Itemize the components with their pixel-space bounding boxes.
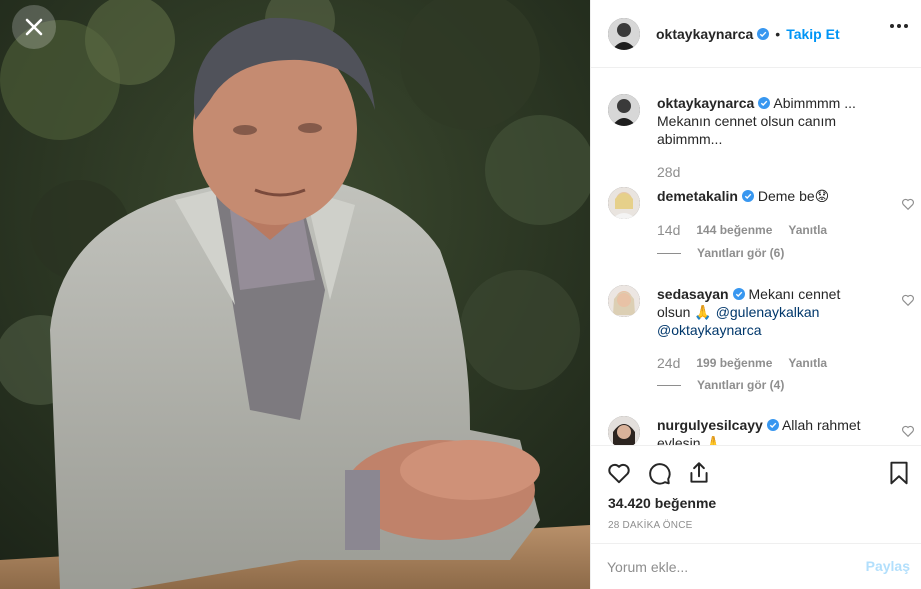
comment-text-block: demetakalin Deme be😟 xyxy=(657,187,877,205)
view-replies-label[interactable]: Yanıtları gör (6) xyxy=(697,246,784,260)
comment-input[interactable] xyxy=(607,558,847,575)
mention-link[interactable]: @gulenaykalkan xyxy=(716,304,820,320)
commenter-avatar[interactable] xyxy=(608,187,640,219)
action-icons xyxy=(606,460,712,486)
comment-username[interactable]: sedasayan xyxy=(657,286,729,302)
caption-time[interactable]: 28d xyxy=(657,164,680,180)
comment-text-block: nurgulyesilcayy Allah rahmet eylesin 🙏 xyxy=(657,416,877,445)
follow-button[interactable]: Takip Et xyxy=(786,26,839,42)
comment-username[interactable]: demetakalin xyxy=(657,188,738,204)
comment-username[interactable]: nurgulyesilcayy xyxy=(657,417,763,433)
share-icon[interactable] xyxy=(686,460,712,486)
comment-like-icon[interactable] xyxy=(901,424,915,438)
verified-badge-icon xyxy=(732,288,745,300)
heart-icon[interactable] xyxy=(606,460,632,486)
post-actions: 34.420 beğenme 28 DAKİKA ÖNCE xyxy=(591,445,921,531)
reply-button[interactable]: Yanıtla xyxy=(788,223,827,237)
post-header: oktaykaynarca • Takip Et xyxy=(591,0,921,68)
comment-meta: 24d 199 beğenme Yanıtla xyxy=(657,355,827,371)
comment-time[interactable]: 14d xyxy=(657,222,680,238)
comment-text: Deme be😟 xyxy=(757,188,830,204)
post-time[interactable]: 28 DAKİKA ÖNCE xyxy=(608,520,693,531)
comment-likes[interactable]: 199 beğenme xyxy=(696,356,772,370)
comment-like-icon[interactable] xyxy=(901,197,915,211)
comments-list: oktaykaynarca Abimmmm ... Mekanın cennet… xyxy=(591,69,921,445)
reply-button[interactable]: Yanıtla xyxy=(788,356,827,370)
comment-icon[interactable] xyxy=(646,460,672,486)
comment-meta: 14d 144 beğenme Yanıtla xyxy=(657,222,827,238)
mention-link[interactable]: @oktaykaynarca xyxy=(657,322,761,338)
comment-like-icon[interactable] xyxy=(901,293,915,307)
comment-text-block: sedasayan Mekanı cennet olsun 🙏 @gulenay… xyxy=(657,285,877,339)
close-icon xyxy=(25,18,43,36)
author-username[interactable]: oktaykaynarca xyxy=(656,26,753,42)
commenter-avatar[interactable] xyxy=(608,285,640,317)
verified-badge-icon xyxy=(741,190,754,202)
post-side-panel: oktaykaynarca • Takip Et oktaykaynarca A… xyxy=(590,0,921,589)
more-options-icon[interactable] xyxy=(890,24,908,28)
caption-text-block: oktaykaynarca Abimmmm ... Mekanın cennet… xyxy=(657,94,877,148)
verified-badge-icon xyxy=(757,27,770,40)
author-avatar[interactable] xyxy=(608,17,640,50)
verified-badge-icon xyxy=(766,419,779,431)
close-button[interactable] xyxy=(12,5,56,49)
view-replies-label[interactable]: Yanıtları gör (4) xyxy=(697,378,784,392)
view-replies[interactable]: Yanıtları gör (6) xyxy=(657,246,784,260)
caption-meta: 28d xyxy=(657,164,680,180)
verified-badge-icon xyxy=(758,97,771,109)
post-photo xyxy=(0,0,590,589)
view-replies[interactable]: Yanıtları gör (4) xyxy=(657,378,784,392)
caption-username[interactable]: oktaykaynarca xyxy=(657,95,754,111)
commenter-avatar[interactable] xyxy=(608,416,640,445)
like-count[interactable]: 34.420 beğenme xyxy=(608,495,716,511)
separator-dot: • xyxy=(775,25,781,42)
post-comment-button[interactable]: Paylaş xyxy=(866,558,910,574)
comment-likes[interactable]: 144 beğenme xyxy=(696,223,772,237)
comment-composer: Paylaş xyxy=(591,543,921,589)
caption-avatar[interactable] xyxy=(608,94,640,126)
photo-image xyxy=(0,0,590,589)
bookmark-icon[interactable] xyxy=(886,460,912,486)
comment-time[interactable]: 24d xyxy=(657,355,680,371)
